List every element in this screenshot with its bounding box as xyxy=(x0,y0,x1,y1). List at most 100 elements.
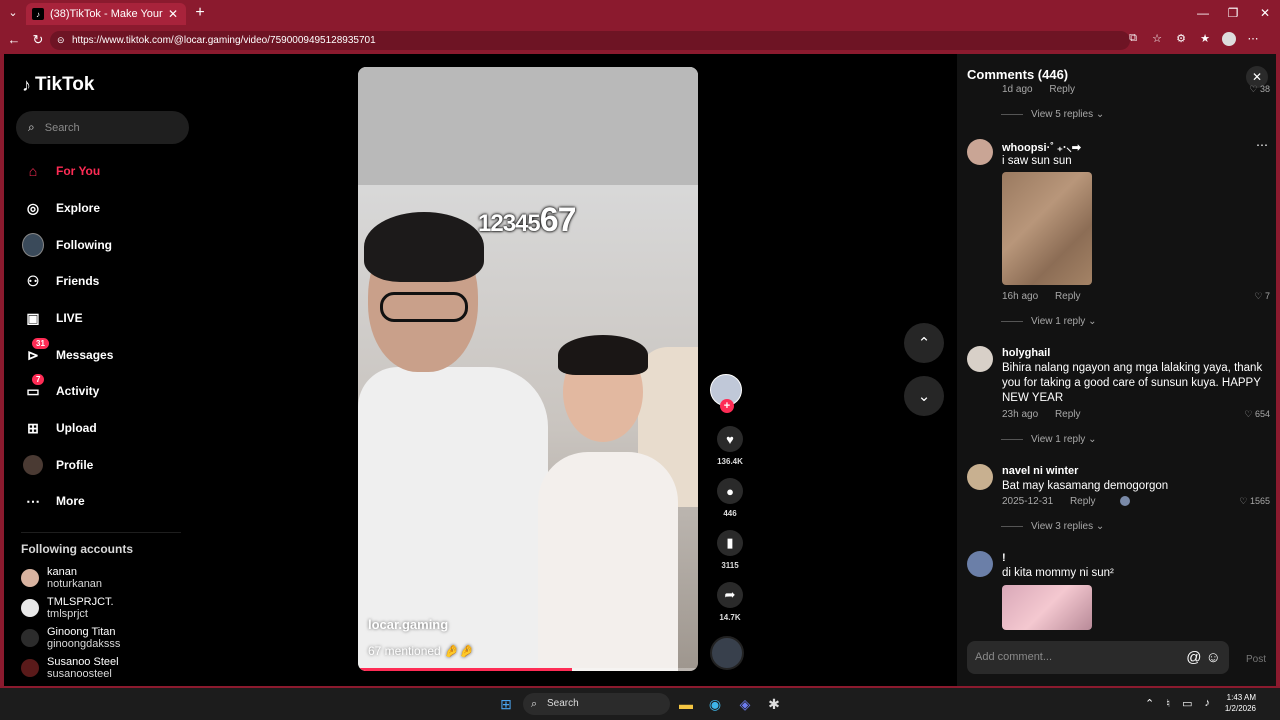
previous-video-button[interactable]: ⌃ xyxy=(904,323,944,363)
next-video-button[interactable]: ⌄ xyxy=(904,376,944,416)
favorite-star-icon[interactable]: ☆ xyxy=(1150,32,1164,49)
url-field[interactable]: ⊝ https://www.tiktok.com/@locar.gaming/v… xyxy=(50,31,1130,50)
video-progress-bar[interactable] xyxy=(358,668,698,671)
video-description: 67 mentioned 🤌🤌 xyxy=(368,644,474,658)
sidebar: ♪ TikTok ⌕ Search ⌂ For You ◎ Explore Fo… xyxy=(4,54,200,686)
account-handle: noturkanan xyxy=(47,578,103,590)
emoji-icon[interactable]: ☺ xyxy=(1206,649,1221,666)
chevron-up-icon[interactable]: ⌃ xyxy=(1145,697,1154,710)
video-username[interactable]: locar.gaming xyxy=(368,617,448,632)
back-icon[interactable]: ← xyxy=(6,32,22,47)
view-replies[interactable]: View 5 replies ⌄ xyxy=(1001,109,1104,120)
account-handle: susanoosteel xyxy=(47,668,112,680)
comment-like[interactable]: ♡ 38 xyxy=(1249,84,1270,95)
search-input[interactable]: ⌕ Search xyxy=(16,111,189,144)
avatar[interactable] xyxy=(967,551,993,577)
sidebar-item-friends[interactable]: ⚇ Friends xyxy=(22,268,100,294)
view-replies[interactable]: View 3 replies ⌄ xyxy=(1001,521,1104,532)
save-button[interactable]: ▮ 3115 xyxy=(713,530,747,570)
comment-text: Bihira nalang ngayon ang mga lalaking ya… xyxy=(1002,362,1263,404)
tab-list-icon[interactable]: ⌄ xyxy=(6,6,20,20)
comment-button[interactable]: ● 446 xyxy=(713,478,747,518)
video-person-girl-body xyxy=(538,452,678,671)
avatar[interactable] xyxy=(967,464,993,490)
sidebar-item-activity[interactable]: ▭ 7 Activity xyxy=(22,374,99,404)
view-replies[interactable]: View 1 reply ⌄ xyxy=(1001,316,1096,327)
sidebar-item-more[interactable]: ⋯ More xyxy=(22,488,85,514)
comment-username[interactable]: navel ni winter xyxy=(1002,465,1078,477)
music-disc-icon[interactable] xyxy=(710,636,744,670)
view-replies[interactable]: View 1 reply ⌄ xyxy=(1001,434,1096,445)
mention-icon[interactable]: @ xyxy=(1186,649,1201,666)
following-account[interactable]: TMLSPRJCT. tmlsprjct xyxy=(21,596,114,620)
following-account[interactable]: kanan noturkanan xyxy=(21,566,102,590)
messages-badge: 31 xyxy=(32,338,49,349)
comment-like[interactable]: ♡ 654 xyxy=(1244,409,1270,420)
app-icon[interactable]: ✱ xyxy=(765,695,783,713)
new-tab-icon[interactable]: + xyxy=(192,4,208,22)
avatar[interactable] xyxy=(967,346,993,372)
sidebar-item-label: Explore xyxy=(56,201,101,215)
follow-plus-icon[interactable]: + xyxy=(720,399,734,413)
sidebar-item-messages[interactable]: ⊳ 31 Messages xyxy=(22,338,114,368)
comment-image[interactable] xyxy=(1002,172,1092,285)
following-account[interactable]: Ginoong Titan ginoongdaksss xyxy=(21,626,120,650)
reply-link[interactable]: Reply xyxy=(1055,409,1081,420)
video-player[interactable]: 1234567 locar.gaming 67 mentioned 🤌🤌 xyxy=(358,67,698,671)
reply-link[interactable]: Reply xyxy=(1049,84,1075,95)
url-text: https://www.tiktok.com/@locar.gaming/vid… xyxy=(72,35,376,46)
comment-time: 2025-12-31 xyxy=(1002,496,1054,507)
taskbar-search[interactable]: ⌕ Search xyxy=(523,693,670,715)
browser-tab[interactable]: ♪ (38)TikTok - Make Your Day ✕ xyxy=(26,3,186,25)
browser-menu-icon[interactable]: ⋯ xyxy=(1246,32,1260,49)
following-account[interactable]: Susanoo Steel susanoosteel xyxy=(21,656,119,680)
like-button[interactable]: ♥ 136.4K xyxy=(713,426,747,466)
edge-browser-icon[interactable]: ◉ xyxy=(706,695,724,713)
tab-close-icon[interactable]: ✕ xyxy=(166,7,180,21)
network-icon[interactable]: ▭ xyxy=(1182,697,1192,710)
favorites-icon[interactable]: ★ xyxy=(1198,32,1212,49)
reply-link[interactable]: Reply xyxy=(1070,496,1096,507)
like-count: 38 xyxy=(1259,84,1270,94)
comment-username[interactable]: holyghail xyxy=(1002,347,1050,359)
comment-username[interactable]: ! xyxy=(1002,552,1006,564)
comment-text: Bat may kasamang demogorgon xyxy=(1002,480,1169,492)
account-handle: tmlsprjct xyxy=(47,608,88,620)
taskbar-clock[interactable]: 1:43 AM 1/2/2026 xyxy=(1225,692,1256,714)
comment-like[interactable]: ♡ 1565 xyxy=(1239,496,1270,507)
more-options-icon[interactable]: ⋯ xyxy=(1256,138,1268,152)
sidebar-item-explore[interactable]: ◎ Explore xyxy=(22,195,100,221)
profile-avatar-icon[interactable] xyxy=(1222,32,1236,49)
sidebar-item-upload[interactable]: ⊞ Upload xyxy=(22,415,97,441)
extension-icon[interactable]: ⚙ xyxy=(1174,32,1188,49)
reply-link[interactable]: Reply xyxy=(1055,291,1081,302)
comment-username[interactable]: whoopsi·˚ ₊‧⸜➡ xyxy=(1002,140,1081,155)
restore-icon[interactable]: ❐ xyxy=(1218,6,1248,20)
close-window-icon[interactable]: ✕ xyxy=(1250,6,1280,20)
sidebar-item-following[interactable]: Following xyxy=(22,232,112,258)
sidebar-item-profile[interactable]: Profile xyxy=(22,452,93,478)
comments-panel: Comments (446) ✕ 1d ago Reply ♡ 38 View … xyxy=(957,54,1276,686)
tab-title: (38)TikTok - Make Your Day xyxy=(50,8,166,20)
sidebar-item-label: Messages xyxy=(56,348,114,362)
microphone-icon[interactable]: ♮ xyxy=(1166,697,1170,710)
post-button[interactable]: Post xyxy=(1246,654,1266,665)
comment-image[interactable] xyxy=(1002,585,1092,630)
more-icon: ⋯ xyxy=(26,492,40,509)
refresh-icon[interactable]: ↻ xyxy=(30,32,46,48)
sidebar-item-live[interactable]: ▣ LIVE xyxy=(22,305,82,331)
volume-icon[interactable]: ♪ xyxy=(1205,697,1211,710)
discord-icon[interactable]: ◈ xyxy=(736,695,754,713)
file-explorer-icon[interactable]: ▬ xyxy=(677,695,695,713)
minimize-icon[interactable]: — xyxy=(1188,6,1218,20)
app-available-icon[interactable]: ⧉ xyxy=(1126,32,1140,49)
windows-start-icon[interactable]: ⊞ xyxy=(497,695,515,713)
site-info-icon[interactable]: ⊝ xyxy=(57,31,65,50)
add-comment-input[interactable]: Add comment... @ ☺ xyxy=(967,641,1229,674)
tiktok-logo[interactable]: ♪ TikTok xyxy=(22,74,94,96)
share-button[interactable]: ➦ 14.7K xyxy=(713,582,747,622)
sidebar-item-for-you[interactable]: ⌂ For You xyxy=(22,158,100,184)
comment-like[interactable]: ♡ 7 xyxy=(1254,291,1270,302)
avatar xyxy=(21,599,39,617)
avatar[interactable] xyxy=(967,139,993,165)
